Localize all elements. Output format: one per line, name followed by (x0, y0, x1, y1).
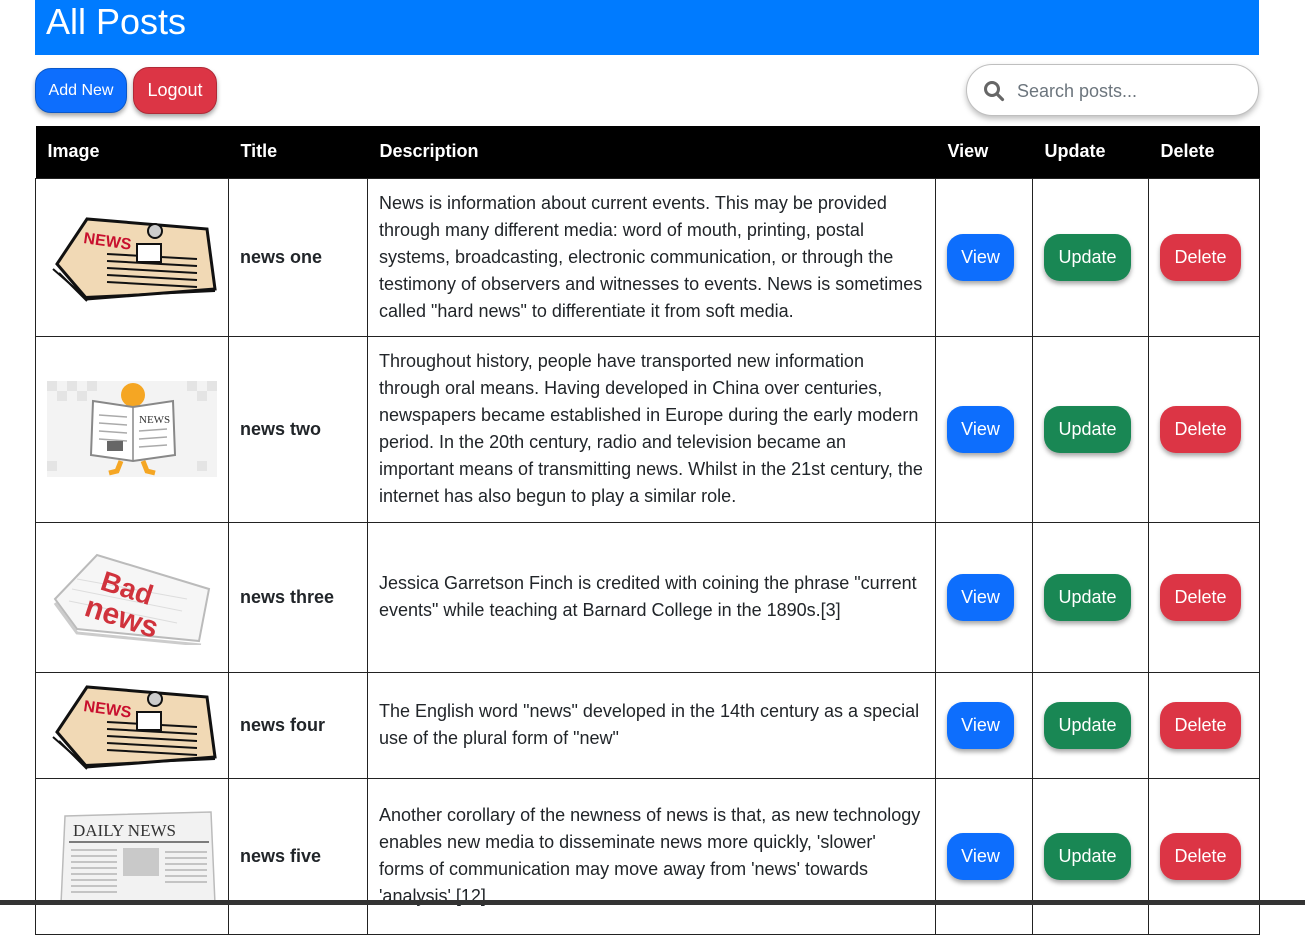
image-cell: Bad news (35, 521, 229, 673)
posts-table: Image Title Description View Update Dele… (35, 126, 1260, 935)
column-header-title: Title (228, 126, 368, 178)
post-title: news five (228, 777, 368, 935)
bottom-edge-bar (0, 900, 1305, 905)
delete-cell: Delete (1148, 671, 1260, 779)
view-cell: View (935, 335, 1033, 523)
post-description: News is information about current events… (367, 177, 936, 337)
image-cell: NEWS (35, 177, 229, 337)
add-new-button[interactable]: Add New (35, 68, 127, 113)
news-newspaper-image: NEWS (52, 217, 217, 302)
view-cell: View (935, 177, 1033, 337)
table-row: NEWS news two Throughout history, people… (35, 335, 1260, 523)
delete-cell: Delete (1148, 335, 1260, 523)
post-description: Throughout history, people have transpor… (367, 335, 936, 523)
view-button[interactable]: View (947, 573, 1014, 621)
delete-button[interactable]: Delete (1160, 701, 1241, 749)
page-title: All Posts (46, 1, 187, 42)
view-cell: View (935, 521, 1033, 673)
delete-button[interactable]: Delete (1160, 832, 1241, 880)
update-cell: Update (1032, 521, 1149, 673)
image-cell: NEWS (35, 335, 229, 523)
update-button[interactable]: Update (1044, 701, 1131, 749)
search-box[interactable] (966, 64, 1259, 116)
column-header-update: Update (1032, 126, 1149, 178)
image-cell: NEWS (35, 671, 229, 779)
update-cell: Update (1032, 177, 1149, 337)
news-newspaper-image: NEWS (52, 685, 217, 770)
view-button[interactable]: View (947, 832, 1014, 880)
column-header-view: View (935, 126, 1033, 178)
svg-text:NEWS: NEWS (139, 414, 170, 426)
update-cell: Update (1032, 671, 1149, 779)
view-button[interactable]: View (947, 405, 1014, 453)
view-button[interactable]: View (947, 233, 1014, 281)
delete-cell: Delete (1148, 521, 1260, 673)
post-description: Another corollary of the newness of news… (367, 777, 936, 935)
update-cell: Update (1032, 335, 1149, 523)
delete-button[interactable]: Delete (1160, 405, 1241, 453)
table-row: NEWS news four The English word "news" d… (35, 671, 1260, 779)
table-header-row: Image Title Description View Update Dele… (35, 126, 1260, 178)
table-row: DAILY NEWS news five Another corollary o… (35, 777, 1260, 935)
search-input[interactable] (1015, 75, 1249, 107)
posts-page: All Posts Add New Logout Image Title Des… (35, 0, 1260, 935)
post-description: Jessica Garretson Finch is credited with… (367, 521, 936, 673)
view-cell: View (935, 777, 1033, 935)
table-row: Bad news news three Jessica Garretson Fi… (35, 521, 1260, 673)
delete-cell: Delete (1148, 777, 1260, 935)
update-cell: Update (1032, 777, 1149, 935)
newspaper-reader-image: NEWS (47, 381, 217, 477)
column-header-description: Description (367, 126, 936, 178)
update-button[interactable]: Update (1044, 573, 1131, 621)
view-button[interactable]: View (947, 701, 1014, 749)
column-header-image: Image (35, 126, 229, 178)
column-header-delete: Delete (1148, 126, 1260, 178)
bad-news-newspaper-image: Bad news (53, 553, 211, 645)
search-icon (984, 81, 1005, 102)
page-header: All Posts (35, 0, 1259, 55)
logout-button[interactable]: Logout (133, 67, 217, 114)
post-description: The English word "news" developed in the… (367, 671, 936, 779)
view-cell: View (935, 671, 1033, 779)
post-title: news four (228, 671, 368, 779)
svg-text:DAILY NEWS: DAILY NEWS (73, 821, 176, 840)
image-cell: DAILY NEWS (35, 777, 229, 935)
update-button[interactable]: Update (1044, 832, 1131, 880)
post-title: news two (228, 335, 368, 523)
delete-button[interactable]: Delete (1160, 573, 1241, 621)
daily-news-newspaper-image: DAILY NEWS (60, 811, 216, 904)
table-row: NEWS news one News is information about … (35, 177, 1260, 337)
delete-button[interactable]: Delete (1160, 233, 1241, 281)
toolbar: Add New Logout (35, 55, 1259, 126)
post-title: news three (228, 521, 368, 673)
delete-cell: Delete (1148, 177, 1260, 337)
post-title: news one (228, 177, 368, 337)
update-button[interactable]: Update (1044, 405, 1131, 453)
update-button[interactable]: Update (1044, 233, 1131, 281)
